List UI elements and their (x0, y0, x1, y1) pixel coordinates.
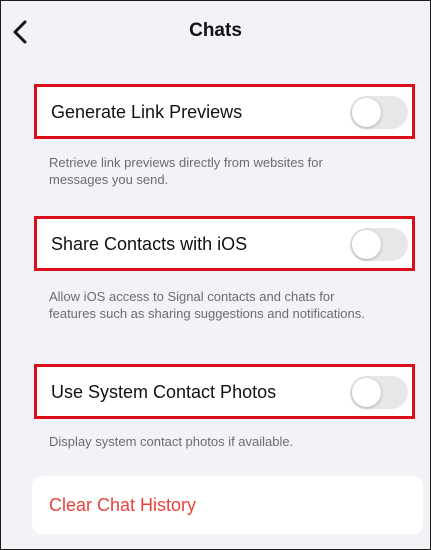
setting-row-link-previews: Generate Link Previews (34, 84, 415, 139)
setting-description-system-contact-photos: Display system contact photos if availab… (49, 434, 294, 449)
setting-description-share-contacts: Allow iOS access to Signal contacts and … (49, 289, 365, 321)
clear-chat-history-label: Clear Chat History (49, 495, 197, 515)
setting-label-link-previews: Generate Link Previews (51, 102, 243, 122)
setting-row-share-contacts: Share Contacts with iOS (34, 216, 415, 271)
toggle-knob (352, 98, 381, 127)
setting-row-system-contact-photos: Use System Contact Photos (34, 364, 415, 419)
setting-label-system-contact-photos: Use System Contact Photos (51, 382, 277, 402)
toggle-knob (352, 378, 381, 407)
setting-description-link-previews: Retrieve link previews directly from web… (49, 155, 323, 187)
share-contacts-toggle[interactable] (350, 228, 408, 261)
system-contact-photos-toggle[interactable] (350, 376, 408, 409)
clear-chat-history-button[interactable]: Clear Chat History (32, 476, 423, 534)
page-title: Chats (189, 20, 242, 41)
navigation-bar: Chats (1, 1, 430, 63)
chats-settings-screen: Chats Generate Link Previews Retrieve li… (0, 0, 431, 550)
setting-label-share-contacts: Share Contacts with iOS (51, 234, 248, 254)
link-previews-toggle[interactable] (350, 96, 408, 129)
toggle-knob (352, 230, 381, 259)
